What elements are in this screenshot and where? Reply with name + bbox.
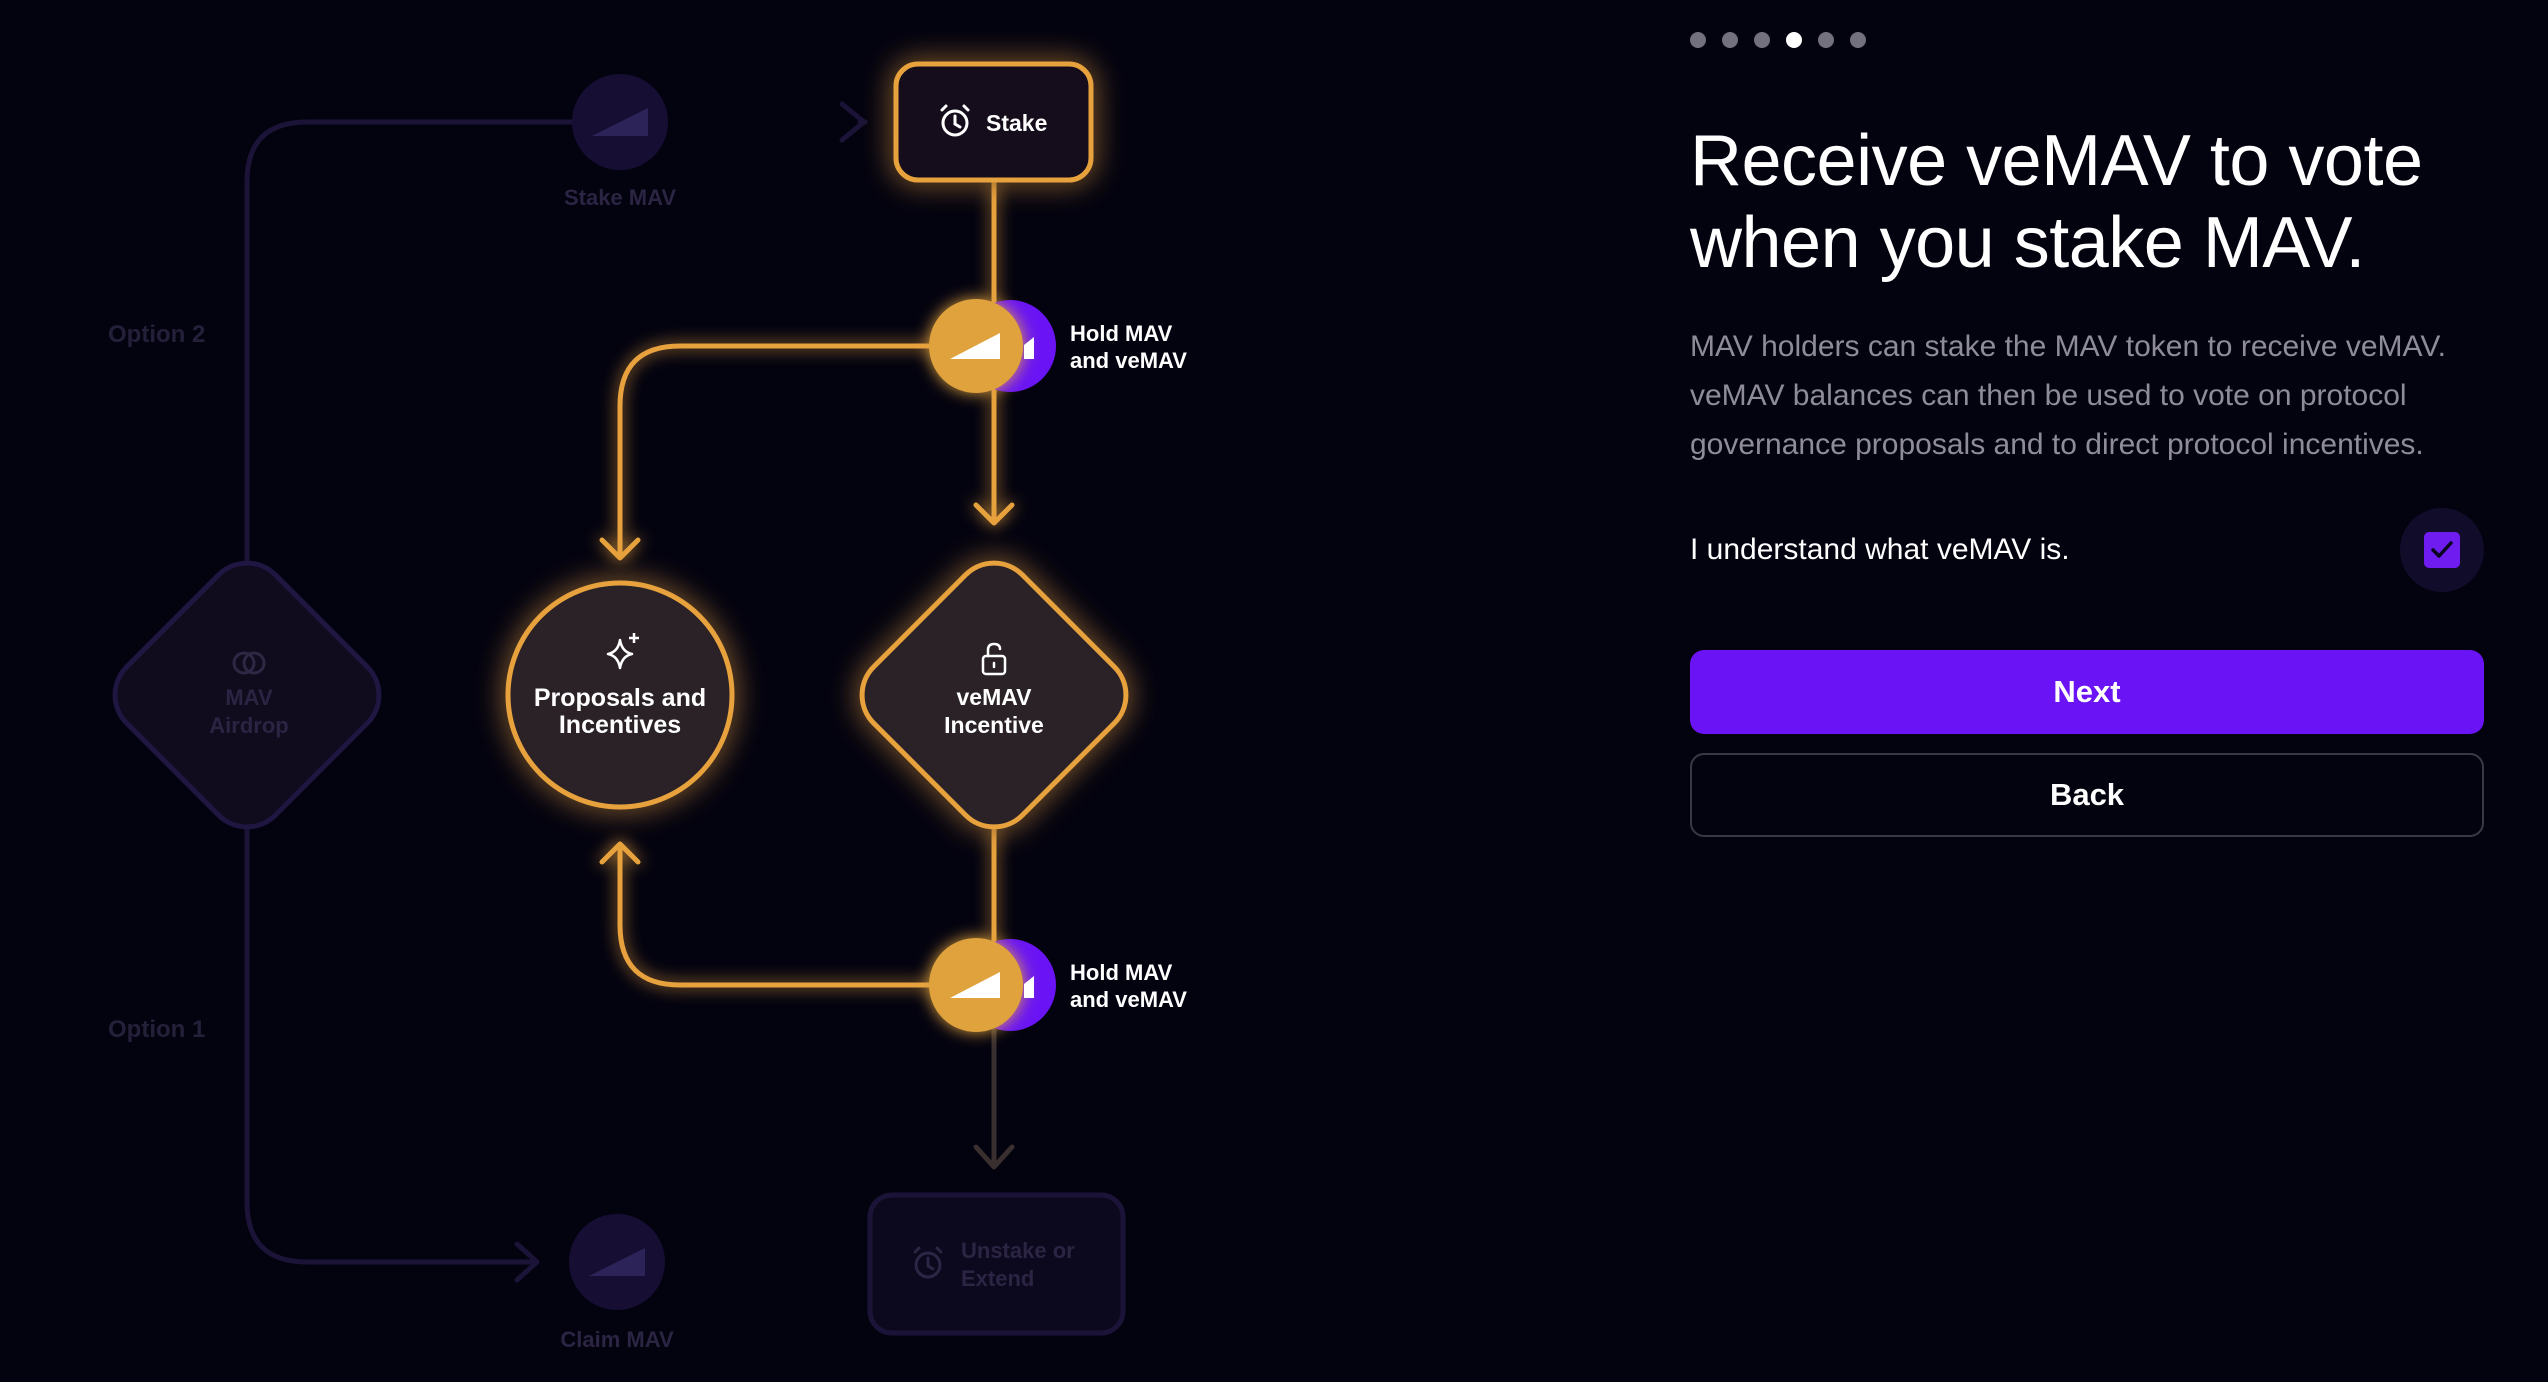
desc-line1: MAV holders can stake the MAV token to r… [1690, 330, 2446, 363]
hold-top-line2: and veMAV [1070, 348, 1187, 373]
unstake-extend-node: Unstake or Extend [867, 1192, 1126, 1336]
option-1-label: Option 1 [108, 1016, 205, 1043]
hold-mav-vemav-node-bottom: Hold MAV and veMAV [929, 938, 1187, 1032]
step-dot-4-active[interactable] [1786, 32, 1802, 48]
airdrop-label-line2: Airdrop [209, 713, 288, 738]
active-paths [599, 177, 1015, 988]
checkbox-checked[interactable] [2424, 532, 2460, 568]
vemav-line2: Incentive [944, 712, 1044, 738]
unstake-label-line1: Unstake or [961, 1238, 1075, 1263]
option-2-label: Option 2 [108, 321, 205, 348]
step-dot-1[interactable] [1690, 32, 1706, 48]
next-button-label: Next [2053, 674, 2121, 709]
proposals-line1: Proposals and [534, 684, 706, 712]
desc-line3: governance proposals and to direct proto… [1690, 428, 2424, 461]
unstake-label-line2: Extend [961, 1266, 1034, 1291]
proposals-line2: Incentives [559, 711, 681, 739]
hold-top-line1: Hold MAV [1070, 321, 1173, 346]
vemav-incentive-node: veMAV Incentive [859, 560, 1129, 830]
back-button[interactable]: Back [1690, 753, 2484, 837]
step-dot-3[interactable] [1754, 32, 1770, 48]
claim-mav-node: Claim MAV [560, 1214, 674, 1352]
vemav-flow-diagram: Stake MAV Option 2 Option 1 MAV Airdrop … [108, 61, 1187, 1352]
desc-line2: veMAV balances can then be used to vote … [1690, 379, 2407, 412]
hold-bottom-line2: and veMAV [1070, 987, 1187, 1012]
proposals-incentives-node: Proposals and Incentives [505, 580, 735, 810]
info-panel: Receive veMAV to vote when you stake MAV… [1690, 0, 2484, 1382]
step-indicator [1690, 32, 1866, 48]
back-button-label: Back [2049, 777, 2125, 812]
mav-airdrop-node: MAV Airdrop [112, 560, 382, 830]
airdrop-label-line1: MAV [225, 685, 273, 710]
acknowledge-label: I understand what veMAV is. [1690, 533, 2070, 566]
hold-mav-vemav-node-top: Hold MAV and veMAV [929, 299, 1187, 393]
acknowledge-row: I understand what veMAV is. [1690, 508, 2484, 592]
acknowledge-checkbox[interactable] [2400, 508, 2484, 592]
title-line2: when you stake MAV. [1690, 203, 2365, 283]
next-button[interactable]: Next [1690, 650, 2484, 734]
vemav-line1: veMAV [957, 684, 1033, 710]
stake-mav-node: Stake MAV [564, 74, 676, 210]
dim-unstake-path [973, 1027, 1015, 1170]
check-icon [2431, 541, 2453, 558]
claim-mav-label: Claim MAV [560, 1327, 674, 1352]
stake-mav-label: Stake MAV [564, 185, 676, 210]
hold-bottom-line1: Hold MAV [1070, 960, 1173, 985]
title-line1: Receive veMAV to vote [1690, 121, 2423, 201]
stake-label: Stake [986, 110, 1047, 136]
page-title: Receive veMAV to vote when you stake MAV… [1690, 120, 2484, 284]
step-dot-2[interactable] [1722, 32, 1738, 48]
step-dot-5[interactable] [1818, 32, 1834, 48]
description: MAV holders can stake the MAV token to r… [1690, 322, 2484, 469]
step-dot-6[interactable] [1850, 32, 1866, 48]
onboarding-screen: Stake MAV Option 2 Option 1 MAV Airdrop … [0, 0, 2548, 1382]
